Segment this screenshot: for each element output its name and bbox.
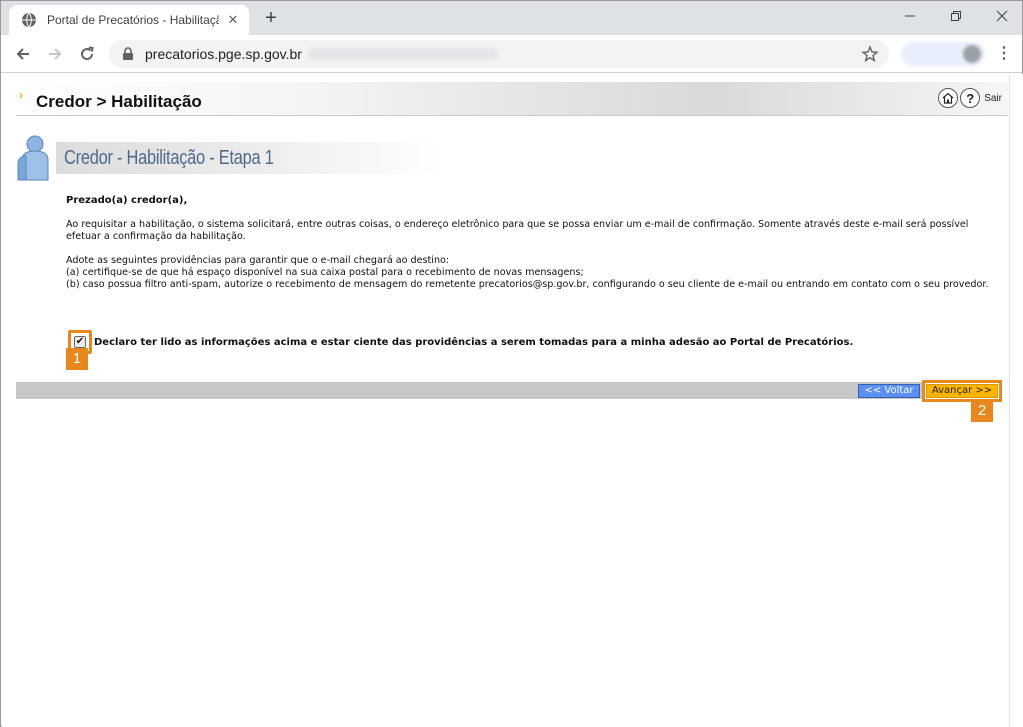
user-icon	[17, 135, 49, 181]
paragraph-habilitacao: Ao requisitar a habilitação, o sistema s…	[66, 219, 969, 242]
declaration-label[interactable]: Declaro ter lido as informações acima e …	[94, 337, 853, 348]
maximize-icon[interactable]	[933, 1, 979, 31]
declaration-checkbox[interactable]: ✔	[74, 336, 86, 348]
providencias-intro: Adote as seguintes providências para gar…	[66, 255, 450, 266]
url-blurred	[307, 48, 498, 60]
address-bar[interactable]: precatorios.pge.sp.gov.br	[109, 40, 889, 68]
back-icon[interactable]	[11, 42, 35, 66]
forward-icon[interactable]	[43, 42, 67, 66]
paragraph-providencias: Adote as seguintes providências para gar…	[66, 255, 996, 291]
header-icons: ? Sair	[938, 88, 1002, 108]
profile-button[interactable]	[901, 42, 985, 66]
providencia-a: (a) certifique-se de que há espaço dispo…	[66, 267, 584, 278]
avancar-button[interactable]: Avançar >>	[926, 384, 998, 398]
instructions-text: Prezado(a) credor(a), Ao requisitar a ha…	[66, 195, 996, 291]
step-title: Credor - Habilitação - Etapa 1	[64, 147, 274, 169]
globe-icon	[22, 12, 36, 28]
providencia-b: (b) caso possua filtro anti-spam, autori…	[66, 279, 989, 290]
reload-icon[interactable]	[75, 42, 99, 66]
page-title: Credor > Habilitação	[36, 92, 202, 111]
declaration-row: ✔ Declaro ter lido as informações acima …	[68, 330, 853, 354]
scrollbar[interactable]	[1009, 74, 1023, 727]
browser-window: Portal de Precatórios - Habilitaçã ✕ + p…	[0, 0, 1023, 727]
avancar-highlight: Avançar >>	[922, 380, 1002, 402]
home-icon[interactable]	[938, 88, 959, 108]
page-header: › Credor > Habilitação ? Sair	[16, 82, 1008, 116]
voltar-button[interactable]: << Voltar	[858, 384, 920, 398]
action-bar	[16, 382, 1002, 399]
sair-link[interactable]: Sair	[984, 93, 1002, 104]
page-content: › Credor > Habilitação ? Sair Credor - H…	[2, 74, 1023, 727]
tab-portal[interactable]: Portal de Precatórios - Habilitaçã ✕	[9, 5, 249, 35]
minimize-icon[interactable]	[887, 1, 933, 31]
star-icon[interactable]	[861, 45, 879, 63]
help-icon[interactable]: ?	[960, 88, 981, 108]
step-header: Credor - Habilitação - Etapa 1	[16, 134, 446, 182]
tab-title: Portal de Precatórios - Habilitaçã	[47, 13, 219, 27]
greeting: Prezado(a) credor(a),	[66, 195, 188, 206]
lock-icon	[123, 47, 133, 60]
avatar	[963, 45, 981, 63]
tab-strip: Portal de Precatórios - Habilitaçã ✕ +	[1, 1, 1022, 35]
menu-icon[interactable]: ⋮	[995, 44, 1013, 64]
chevron-right-icon: ›	[19, 88, 23, 102]
step-badge-2: 2	[971, 400, 993, 422]
step-badge-1: 1	[66, 348, 88, 370]
close-icon[interactable]: ✕	[225, 12, 241, 28]
browser-toolbar: precatorios.pge.sp.gov.br ⋮	[1, 35, 1022, 73]
plus-icon[interactable]: +	[259, 7, 283, 31]
window-close-icon[interactable]	[979, 1, 1023, 31]
url-text: precatorios.pge.sp.gov.br	[145, 46, 302, 62]
